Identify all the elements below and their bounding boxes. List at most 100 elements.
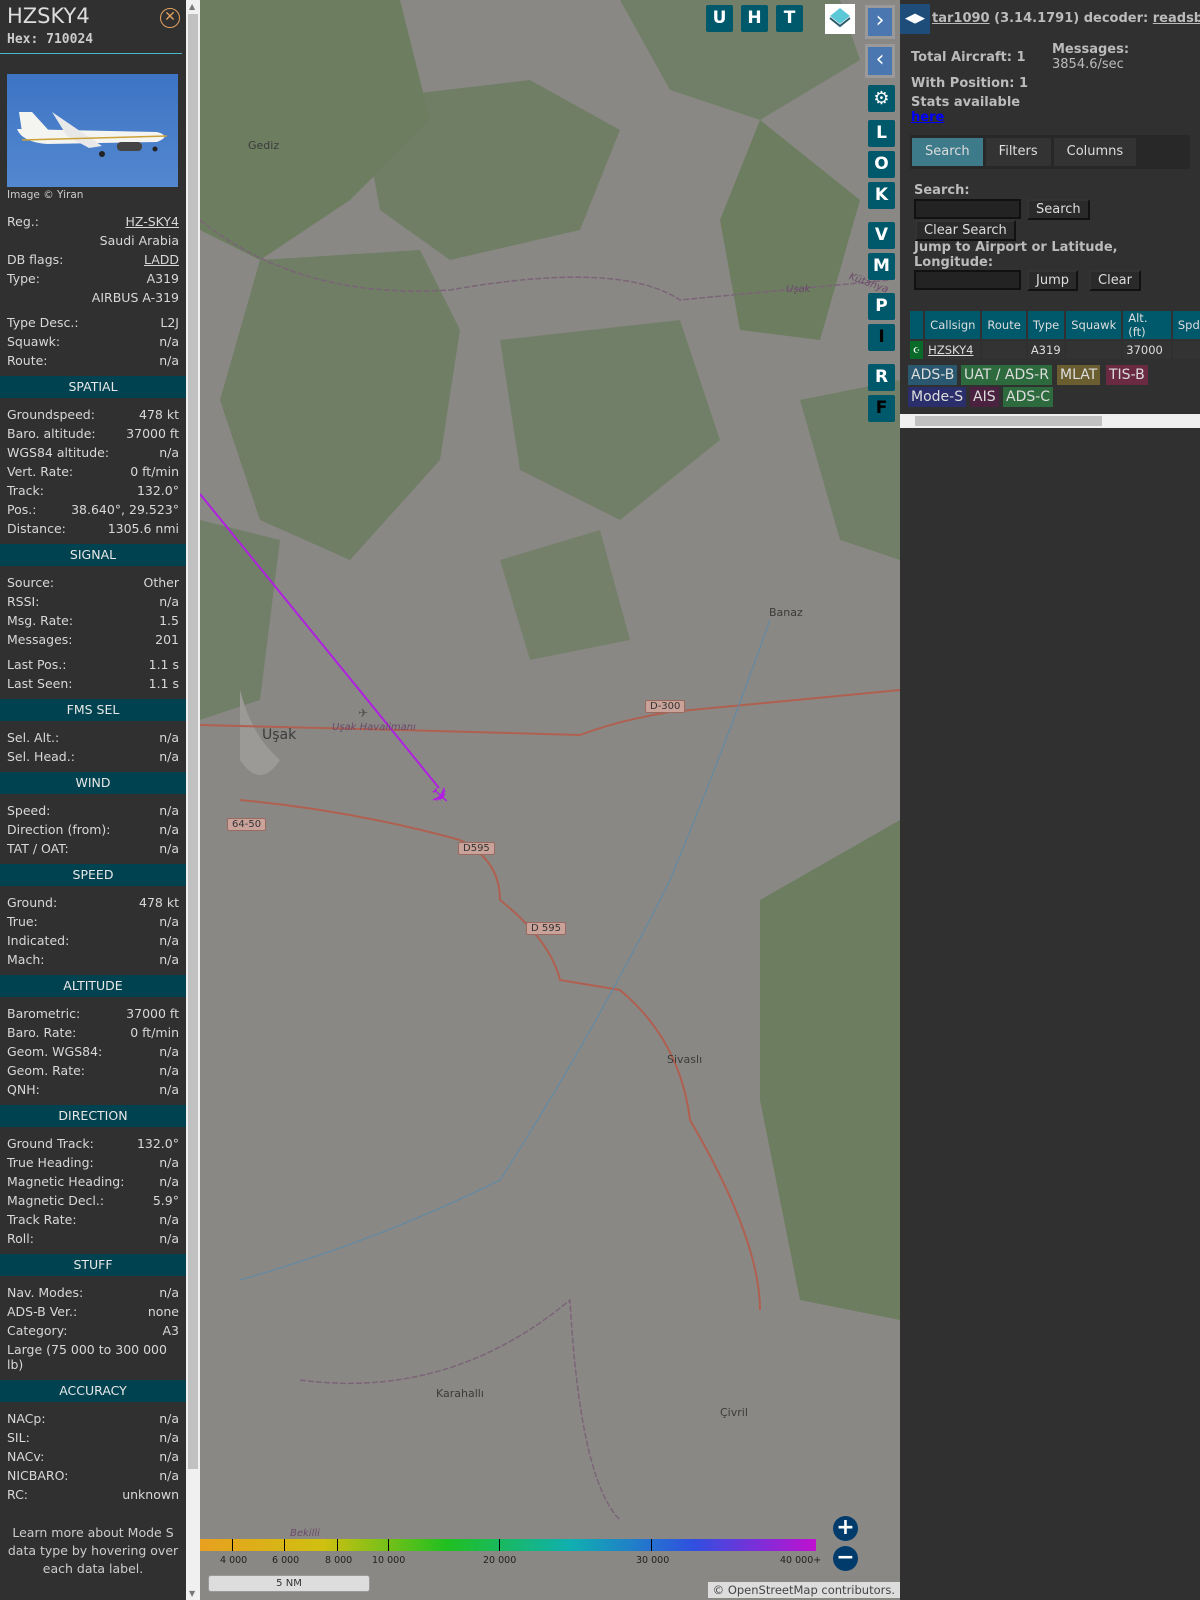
map-attribution[interactable]: © OpenStreetMap contributors. [707, 1582, 900, 1598]
detail-label[interactable]: SIL: [7, 1428, 30, 1447]
detail-label[interactable]: Category: [7, 1321, 67, 1340]
toggle-u-button[interactable]: U [706, 5, 733, 32]
detail-value[interactable]: LADD [144, 250, 179, 269]
detail-label[interactable]: NACp: [7, 1409, 46, 1428]
detail-label[interactable]: Indicated: [7, 931, 69, 950]
detail-label[interactable]: Msg. Rate: [7, 611, 73, 630]
detail-label[interactable]: RC: [7, 1485, 28, 1504]
detail-label[interactable]: DB flags: [7, 250, 63, 269]
tab-columns[interactable]: Columns [1053, 138, 1137, 166]
close-icon[interactable]: ✕ [160, 8, 180, 28]
detail-label[interactable]: True Heading: [7, 1153, 94, 1172]
decoder-link[interactable]: readsb [1153, 11, 1200, 26]
detail-label[interactable]: Ground Track: [7, 1134, 94, 1153]
detail-value[interactable]: HZ-SKY4 [125, 212, 179, 231]
detail-label[interactable]: Reg.: [7, 212, 39, 231]
detail-label[interactable]: NICBARO: [7, 1466, 68, 1485]
aircraft-photo[interactable] [7, 74, 178, 187]
detail-label[interactable]: WGS84 altitude: [7, 443, 109, 462]
stats-link[interactable]: here [911, 110, 944, 125]
detail-label[interactable]: Sel. Head.: [7, 747, 75, 766]
detail-label[interactable]: Geom. WGS84: [7, 1042, 102, 1061]
detail-label[interactable]: TAT / OAT: [7, 839, 69, 858]
callsign-cell[interactable]: HZSKY4 [925, 341, 981, 359]
search-button[interactable]: Search [1027, 199, 1090, 220]
jump-input[interactable] [914, 270, 1021, 290]
column-header[interactable]: Callsign [925, 311, 981, 339]
column-header[interactable]: Spd. [1172, 311, 1200, 339]
toggle-i-button[interactable]: I [868, 324, 895, 351]
zoom-in-button[interactable]: + [833, 1516, 858, 1541]
search-input[interactable] [914, 199, 1021, 219]
detail-label[interactable]: Route: [7, 351, 48, 370]
clear-search-button[interactable]: Clear Search [915, 220, 1016, 241]
detail-label[interactable]: Nav. Modes: [7, 1283, 83, 1302]
detail-label[interactable]: True: [7, 912, 38, 931]
detail-label[interactable]: Messages: [7, 630, 73, 649]
layers-icon[interactable] [825, 4, 855, 34]
toggle-m-button[interactable]: M [868, 253, 895, 280]
tab-filters[interactable]: Filters [985, 138, 1051, 166]
table-horizontal-scrollbar[interactable] [900, 414, 1200, 428]
toggle-v-button[interactable]: V [868, 222, 895, 249]
detail-label[interactable]: Sel. Alt.: [7, 728, 59, 747]
detail-label[interactable]: Last Seen: [7, 674, 72, 693]
detail-label[interactable]: QNH: [7, 1080, 40, 1099]
detail-label[interactable]: RSSI: [7, 592, 39, 611]
toggle-t-button[interactable]: T [776, 5, 803, 32]
flag-column-header[interactable] [910, 311, 924, 339]
detail-label[interactable]: Magnetic Decl.: [7, 1191, 104, 1210]
saudi-flag-icon: ☪ [910, 341, 924, 359]
detail-label[interactable]: Groundspeed: [7, 405, 95, 424]
detail-value: n/a [159, 1212, 179, 1227]
expand-panel-button[interactable]: › [865, 5, 895, 39]
detail-label[interactable]: Distance: [7, 519, 66, 538]
toggle-r-button[interactable]: R [868, 364, 895, 391]
toggle-p-button[interactable]: P [868, 293, 895, 320]
toggle-l-button[interactable]: L [868, 120, 895, 147]
column-header[interactable]: Type [1027, 311, 1065, 339]
column-header[interactable]: Squawk [1066, 311, 1122, 339]
detail-label[interactable]: Squawk: [7, 332, 60, 351]
detail-label[interactable]: Roll: [7, 1229, 34, 1248]
detail-label[interactable]: Type: [7, 269, 40, 288]
detail-label[interactable]: Type Desc.: [7, 313, 79, 332]
detail-label[interactable]: Baro. Rate: [7, 1023, 76, 1042]
column-header[interactable]: Alt. (ft) [1123, 311, 1171, 339]
detail-label[interactable]: ADS-B Ver.: [7, 1302, 77, 1321]
detail-label[interactable]: NACv: [7, 1447, 44, 1466]
toggle-sidebar-arrows-icon[interactable]: ◀▶ [900, 4, 930, 34]
zoom-out-button[interactable]: − [833, 1546, 858, 1571]
collapse-panel-button[interactable]: ‹ [865, 44, 895, 78]
detail-label[interactable]: Direction (from): [7, 820, 111, 839]
column-header[interactable]: Route [982, 311, 1026, 339]
map[interactable]: ✈ ✈ Gediz Uşak Uşak Havalimanı Banaz Siv… [200, 0, 900, 1600]
detail-row: Last Seen: 1.1 s [0, 674, 186, 693]
tab-search[interactable]: Search [912, 138, 983, 166]
detail-label[interactable]: Geom. Rate: [7, 1061, 85, 1080]
detail-label[interactable]: Large (75 000 to 300 000 lb) [7, 1342, 179, 1372]
detail-label[interactable]: Last Pos.: [7, 655, 66, 674]
legend-uat: UAT / ADS-R [961, 365, 1052, 385]
detail-label[interactable]: Speed: [7, 801, 50, 820]
detail-label[interactable]: Mach: [7, 950, 44, 969]
toggle-o-button[interactable]: O [868, 151, 895, 178]
settings-gear-icon[interactable]: ⚙ [868, 85, 895, 112]
app-link[interactable]: tar1090 [932, 11, 990, 26]
detail-label[interactable]: Pos.: [7, 500, 36, 519]
toggle-f-button[interactable]: F [868, 395, 895, 422]
detail-label[interactable]: Baro. altitude: [7, 424, 96, 443]
jump-button[interactable]: Jump [1027, 270, 1078, 291]
detail-label[interactable]: Magnetic Heading: [7, 1172, 124, 1191]
sidebar-scrollbar[interactable]: ▲ ▼ [186, 0, 200, 1600]
toggle-h-button[interactable]: H [741, 5, 768, 32]
table-row[interactable]: ☪ HZSKY4 A319 37000 [910, 341, 1200, 359]
detail-label[interactable]: Source: [7, 573, 54, 592]
toggle-k-button[interactable]: K [868, 182, 895, 209]
detail-label[interactable]: Barometric: [7, 1004, 80, 1023]
clear-jump-button[interactable]: Clear [1089, 270, 1141, 291]
detail-label[interactable]: Track Rate: [7, 1210, 77, 1229]
detail-label[interactable]: Track: [7, 481, 44, 500]
detail-label[interactable]: Vert. Rate: [7, 462, 73, 481]
detail-label[interactable]: Ground: [7, 893, 57, 912]
